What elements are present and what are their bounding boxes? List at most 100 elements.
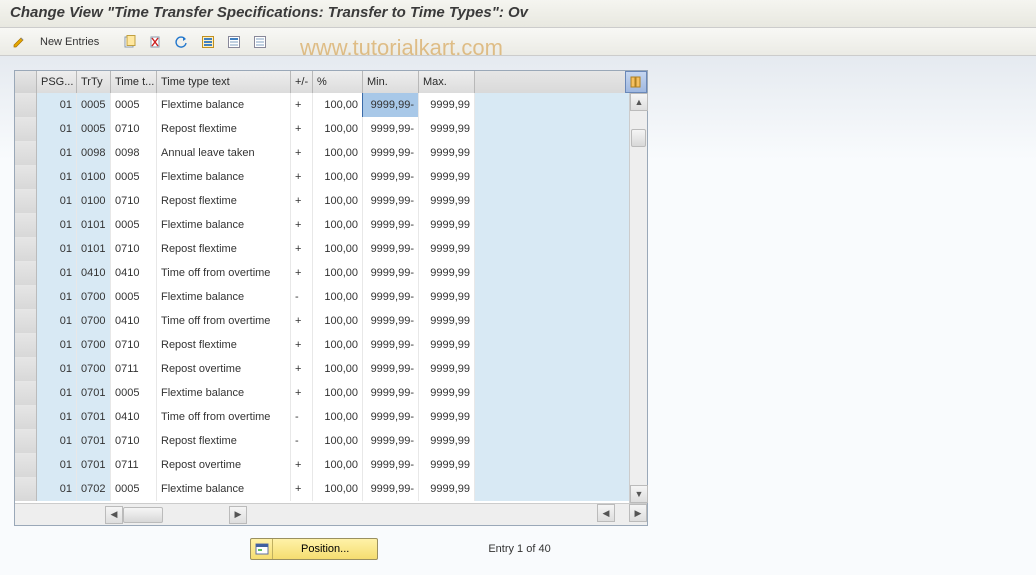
row-selector[interactable] <box>15 261 37 285</box>
cell-psg[interactable]: 01 <box>37 141 77 165</box>
cell-min[interactable]: 9999,99- <box>363 141 419 165</box>
cell-plusminus[interactable]: + <box>291 237 313 261</box>
row-selector[interactable] <box>15 237 37 261</box>
cell-text[interactable]: Flextime balance <box>157 477 291 501</box>
cell-trty[interactable]: 0701 <box>77 429 111 453</box>
column-header-text[interactable]: Time type text <box>157 71 291 93</box>
row-selector[interactable] <box>15 429 37 453</box>
toggle-display-button[interactable] <box>8 32 30 52</box>
cell-percent[interactable]: 100,00 <box>313 189 363 213</box>
cell-trty[interactable]: 0700 <box>77 357 111 381</box>
cell-min[interactable]: 9999,99- <box>363 357 419 381</box>
row-selector[interactable] <box>15 141 37 165</box>
cell-min[interactable]: 9999,99- <box>363 309 419 333</box>
cell-percent[interactable]: 100,00 <box>313 261 363 285</box>
cell-percent[interactable]: 100,00 <box>313 93 363 117</box>
cell-plusminus[interactable]: + <box>291 189 313 213</box>
deselect-all-button[interactable] <box>249 32 271 52</box>
cell-text[interactable]: Annual leave taken <box>157 141 291 165</box>
cell-text[interactable]: Repost overtime <box>157 357 291 381</box>
cell-min[interactable]: 9999,99- <box>363 381 419 405</box>
vertical-scrollbar[interactable]: ▲ ▼ <box>629 93 647 503</box>
cell-trty[interactable]: 0701 <box>77 453 111 477</box>
cell-plusminus[interactable]: + <box>291 141 313 165</box>
cell-min[interactable]: 9999,99- <box>363 477 419 501</box>
cell-percent[interactable]: 100,00 <box>313 309 363 333</box>
cell-max[interactable]: 9999,99 <box>419 93 475 117</box>
cell-timetype[interactable]: 0005 <box>111 165 157 189</box>
cell-percent[interactable]: 100,00 <box>313 333 363 357</box>
new-entries-button[interactable]: New Entries <box>34 34 105 50</box>
cell-trty[interactable]: 0700 <box>77 309 111 333</box>
cell-plusminus[interactable]: + <box>291 117 313 141</box>
cell-psg[interactable]: 01 <box>37 477 77 501</box>
cell-plusminus[interactable]: + <box>291 477 313 501</box>
cell-max[interactable]: 9999,99 <box>419 309 475 333</box>
cell-psg[interactable]: 01 <box>37 117 77 141</box>
column-header-max[interactable]: Max. <box>419 71 475 93</box>
cell-plusminus[interactable]: + <box>291 261 313 285</box>
row-selector[interactable] <box>15 309 37 333</box>
cell-min[interactable]: 9999,99- <box>363 213 419 237</box>
cell-min[interactable]: 9999,99- <box>363 429 419 453</box>
column-header-min[interactable]: Min. <box>363 71 419 93</box>
cell-psg[interactable]: 01 <box>37 357 77 381</box>
cell-percent[interactable]: 100,00 <box>313 237 363 261</box>
cell-max[interactable]: 9999,99 <box>419 261 475 285</box>
cell-max[interactable]: 9999,99 <box>419 285 475 309</box>
cell-max[interactable]: 9999,99 <box>419 141 475 165</box>
cell-trty[interactable]: 0101 <box>77 213 111 237</box>
cell-plusminus[interactable]: + <box>291 213 313 237</box>
cell-max[interactable]: 9999,99 <box>419 213 475 237</box>
cell-plusminus[interactable]: - <box>291 285 313 309</box>
row-selector[interactable] <box>15 213 37 237</box>
column-header-percent[interactable]: % <box>313 71 363 93</box>
cell-min[interactable]: 9999,99- <box>363 285 419 309</box>
cell-text[interactable]: Repost flextime <box>157 189 291 213</box>
column-header-trty[interactable]: TrTy <box>77 71 111 93</box>
cell-timetype[interactable]: 0098 <box>111 141 157 165</box>
row-selector[interactable] <box>15 93 37 117</box>
cell-timetype[interactable]: 0410 <box>111 309 157 333</box>
cell-timetype[interactable]: 0710 <box>111 333 157 357</box>
cell-max[interactable]: 9999,99 <box>419 189 475 213</box>
cell-percent[interactable]: 100,00 <box>313 381 363 405</box>
cell-text[interactable]: Flextime balance <box>157 213 291 237</box>
row-selector[interactable] <box>15 189 37 213</box>
cell-percent[interactable]: 100,00 <box>313 141 363 165</box>
cell-text[interactable]: Repost flextime <box>157 333 291 357</box>
column-header-psg[interactable]: PSG... <box>37 71 77 93</box>
cell-trty[interactable]: 0005 <box>77 93 111 117</box>
cell-psg[interactable]: 01 <box>37 309 77 333</box>
cell-max[interactable]: 9999,99 <box>419 477 475 501</box>
cell-max[interactable]: 9999,99 <box>419 357 475 381</box>
cell-text[interactable]: Time off from overtime <box>157 405 291 429</box>
cell-max[interactable]: 9999,99 <box>419 429 475 453</box>
cell-percent[interactable]: 100,00 <box>313 117 363 141</box>
cell-plusminus[interactable]: + <box>291 93 313 117</box>
cell-psg[interactable]: 01 <box>37 189 77 213</box>
cell-timetype[interactable]: 0005 <box>111 213 157 237</box>
row-selector[interactable] <box>15 333 37 357</box>
table-config-button[interactable] <box>625 71 647 93</box>
cell-timetype[interactable]: 0711 <box>111 453 157 477</box>
cell-max[interactable]: 9999,99 <box>419 165 475 189</box>
cell-psg[interactable]: 01 <box>37 165 77 189</box>
cell-trty[interactable]: 0100 <box>77 165 111 189</box>
cell-text[interactable]: Time off from overtime <box>157 261 291 285</box>
cell-min[interactable]: 9999,99- <box>363 117 419 141</box>
cell-max[interactable]: 9999,99 <box>419 381 475 405</box>
cell-psg[interactable]: 01 <box>37 213 77 237</box>
cell-psg[interactable]: 01 <box>37 237 77 261</box>
column-header-timetype[interactable]: Time t... <box>111 71 157 93</box>
cell-psg[interactable]: 01 <box>37 405 77 429</box>
cell-timetype[interactable]: 0711 <box>111 357 157 381</box>
cell-percent[interactable]: 100,00 <box>313 357 363 381</box>
cell-psg[interactable]: 01 <box>37 93 77 117</box>
cell-trty[interactable]: 0005 <box>77 117 111 141</box>
cell-text[interactable]: Time off from overtime <box>157 309 291 333</box>
cell-trty[interactable]: 0700 <box>77 285 111 309</box>
cell-text[interactable]: Flextime balance <box>157 165 291 189</box>
cell-trty[interactable]: 0701 <box>77 381 111 405</box>
select-all-button[interactable] <box>197 32 219 52</box>
